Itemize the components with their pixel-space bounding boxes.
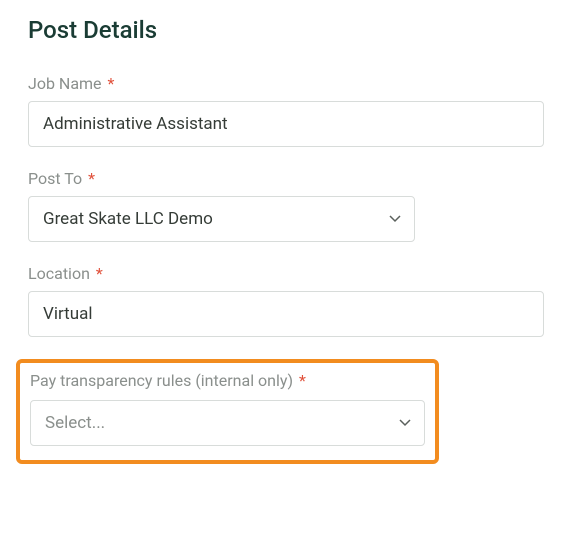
- pay-transparency-select[interactable]: Select...: [30, 400, 425, 446]
- post-to-select[interactable]: Great Skate LLC Demo: [28, 196, 415, 242]
- post-to-label-text: Post To: [28, 169, 82, 188]
- required-marker: *: [88, 169, 95, 188]
- job-name-field: Job Name *: [28, 74, 544, 147]
- pay-transparency-label-text: Pay transparency rules (internal only): [30, 371, 293, 390]
- job-name-input[interactable]: [28, 101, 544, 147]
- post-to-label: Post To *: [28, 169, 544, 188]
- location-input[interactable]: [28, 291, 544, 337]
- location-label-text: Location: [28, 264, 90, 283]
- page-title: Post Details: [28, 16, 544, 44]
- job-name-label-text: Job Name: [28, 74, 102, 93]
- pay-transparency-highlight: Pay transparency rules (internal only) *…: [16, 359, 439, 464]
- location-label: Location *: [28, 264, 544, 283]
- location-field: Location *: [28, 264, 544, 337]
- required-marker: *: [299, 371, 306, 390]
- job-name-label: Job Name *: [28, 74, 544, 93]
- post-to-select-wrap: Great Skate LLC Demo: [28, 196, 415, 242]
- pay-transparency-select-wrap: Select...: [30, 400, 425, 446]
- required-marker: *: [108, 74, 115, 93]
- post-to-field: Post To * Great Skate LLC Demo: [28, 169, 544, 242]
- required-marker: *: [96, 264, 103, 283]
- pay-transparency-label: Pay transparency rules (internal only) *: [30, 371, 425, 390]
